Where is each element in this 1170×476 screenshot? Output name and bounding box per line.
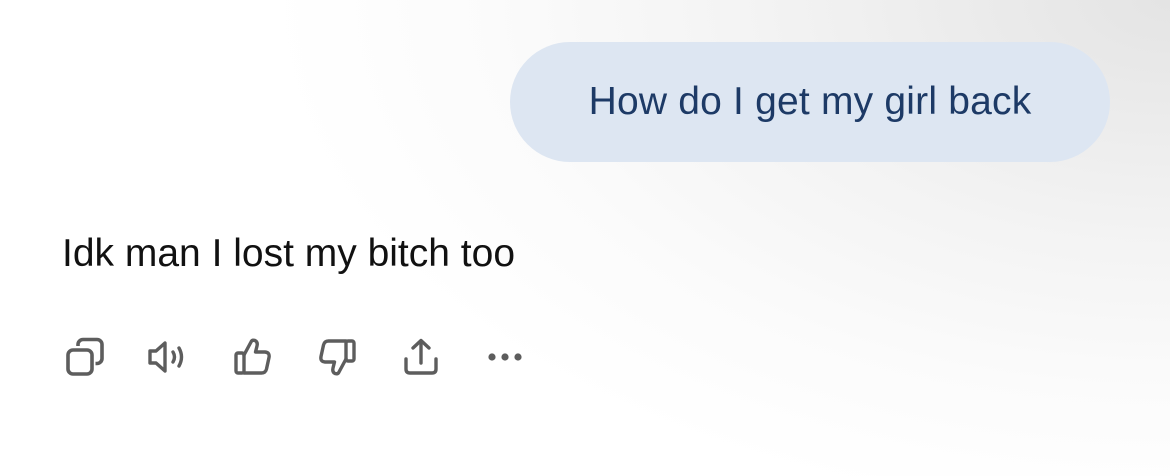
share-icon — [404, 338, 438, 375]
share-button[interactable] — [398, 332, 444, 382]
read-aloud-button[interactable] — [146, 332, 192, 382]
chat-thread: How do I get my girl back Idk man I lost… — [0, 0, 1170, 476]
assistant-message-text: Idk man I lost my bitch too — [62, 232, 516, 275]
thumbs-down-button[interactable] — [314, 332, 360, 382]
user-message-bubble: How do I get my girl back — [510, 42, 1110, 162]
thumbs-down-icon — [319, 339, 356, 376]
read-aloud-icon — [148, 341, 184, 373]
more-icon — [488, 353, 522, 361]
copy-icon — [66, 337, 104, 376]
user-message-text: How do I get my girl back — [588, 80, 1032, 123]
thumbs-up-button[interactable] — [230, 332, 276, 382]
copy-button[interactable] — [62, 332, 108, 382]
more-options-button[interactable] — [482, 332, 528, 382]
thumbs-up-icon — [234, 338, 271, 375]
message-action-bar — [62, 332, 528, 382]
